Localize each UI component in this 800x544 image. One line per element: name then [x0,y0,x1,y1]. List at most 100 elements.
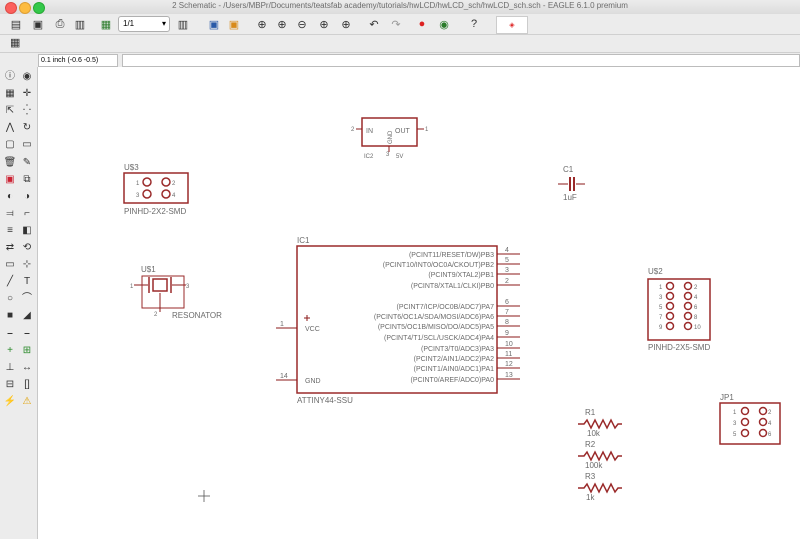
save-icon[interactable]: ▣ [30,16,46,32]
zoom-in-icon[interactable]: ⊕ [274,16,290,32]
print-icon[interactable]: ⎙ [52,16,68,32]
jp1-pin-label: 3 [733,421,737,427]
ic1-pin-label: (PCINT11/RESET/DW)PB3 [409,252,494,259]
design-link-icon[interactable]: ◈ [496,16,528,34]
open-icon[interactable]: ▤ [8,16,24,32]
ic1-right-pins: 4 (PCINT11/RESET/DW)PB3 5 (PCINT10/INT0/OC0… [374,247,520,384]
script-icon[interactable]: ▥ [175,16,191,32]
ic1-part[interactable]: IC1 4 (PCINT11/RESET/DW)PB3 5 (PCINT10/INT0… [276,236,520,405]
replace-icon[interactable]: ⧉ [20,173,34,187]
ic2-part[interactable]: IN OUT GND 2 1 3 IC2 5V [351,117,429,160]
change-icon[interactable]: ▭ [20,138,34,152]
bracket-icon[interactable]: [] [20,378,34,392]
ulp-icon[interactable]: ▣ [226,16,242,32]
r2-part[interactable]: R2 100k [578,440,622,470]
bus-icon[interactable]: ⎯ [3,327,17,341]
go-icon[interactable]: ◉ [436,16,452,32]
zoom-out-icon[interactable]: ⊖ [294,16,310,32]
net-icon[interactable]: ⎯ [20,327,34,341]
ic1-pin-number: 11 [505,351,512,358]
ic2-gnd-label: GND [388,130,394,144]
crosshair-cursor-icon [198,490,210,502]
copy-icon[interactable]: ⁛ [20,104,34,118]
board-icon[interactable]: ▦ [98,16,114,32]
grid-icon[interactable]: ▦ [10,36,20,49]
grid-coordinates: 0.1 inch (-0.6 -0.5) [38,54,118,67]
name-icon[interactable]: ⟲ [20,241,34,255]
u3-pin-1: 1 [136,181,140,187]
mirror-icon[interactable]: ⋀ [3,121,17,135]
ic1-pin-label: (PCINT6/OC1A/SDA/MOSI/ADC6)PA6 [374,314,494,321]
smash-icon[interactable]: ◧ [20,224,34,238]
jp1-pin-label: 2 [768,410,772,416]
group-icon[interactable]: ▢ [3,138,17,152]
wire-icon[interactable]: ╱ [3,275,17,289]
circle-icon[interactable]: ○ [3,292,17,306]
show-icon[interactable]: ◉ [20,70,34,84]
title-bar: 2 Schematic - /Users/MBPr/Documents/teat… [0,0,800,15]
info-icon[interactable]: ⓘ [3,70,17,84]
label-icon[interactable]: ▭ [3,258,17,272]
schematic-svg: IN OUT GND 2 1 3 IC2 5V U$3 1 2 3 4 PINH… [123,117,781,502]
ic1-pin-label: (PCINT10/INT0/OC0A/CKOUT)PB2 [383,262,494,269]
add-icon[interactable]: ▣ [3,173,17,187]
chevron-down-icon: ▾ [161,19,166,28]
erc-check-icon[interactable]: ⚡ [3,395,17,409]
u1-pin-1: 1 [130,284,134,290]
ic1-pin-label: (PCINT2/AIN1/ADC2)PA2 [414,356,494,363]
split-icon[interactable]: ⫤ [3,207,17,221]
mark-icon[interactable]: ✛ [20,87,34,101]
attribute-icon[interactable]: ⊹ [20,258,34,272]
jp1-part[interactable]: JP1 1 2 3 4 5 6 [719,393,781,445]
undo-icon[interactable]: ↶ [366,16,382,32]
ic2-value: 5V [396,154,403,160]
ic1-pin-label: (PCINT4/T1/SCL/USCK/ADC4)PA4 [384,335,494,342]
cam-icon[interactable]: ▥ [72,16,88,32]
errors-icon[interactable]: ↔ [20,361,34,375]
ic2-pin-out-num: 1 [425,127,429,133]
label-tool-icon[interactable]: ⊞ [20,344,34,358]
u2-part[interactable]: U$2 1 2 3 4 5 6 7 8 9 10 PINHD-2X5-SMD [647,267,711,352]
pinswap-icon[interactable]: ◐ [3,190,17,204]
stop-icon[interactable]: ● [414,16,430,32]
polygon-icon[interactable]: ◢ [20,309,34,323]
run-icon[interactable]: ▣ [206,16,222,32]
jp1-pin-label: 6 [768,432,772,438]
warning-icon[interactable]: ⚠ [20,395,34,409]
optimize-icon[interactable]: ≡ [3,224,17,238]
u3-part[interactable]: U$3 1 2 3 4 PINHD-2X2-SMD [123,163,189,216]
r1-value: 10k [587,429,601,438]
ic1-pin-label: VCC [305,326,320,333]
zoom-area-icon[interactable]: ⊕ [338,16,354,32]
zoom-fit-icon[interactable]: ⊕ [254,16,270,32]
ic1-pin-number: 4 [505,247,509,254]
rotate-icon[interactable]: ↻ [20,121,34,135]
command-line-input[interactable] [122,54,800,67]
r3-part[interactable]: R3 1k [578,472,622,502]
help-icon[interactable]: ? [466,16,482,32]
invoke-icon[interactable]: ⊟ [3,378,17,392]
u2-pin-label: 3 [659,295,663,301]
u1-part[interactable]: U$1 1 3 2 RESONATOR [130,265,222,320]
gateswap-icon[interactable]: ◑ [20,190,34,204]
junction-icon[interactable]: + [3,344,17,358]
schematic-canvas[interactable]: IN OUT GND 2 1 3 IC2 5V U$3 1 2 3 4 PINH… [38,67,800,539]
c1-part[interactable]: C1 1uF [558,165,585,202]
miter-icon[interactable]: ⌐ [20,207,34,221]
rect-icon[interactable]: ■ [3,309,17,323]
text-icon[interactable]: T [20,275,34,289]
ic1-left-pins: 1 VCC 14 GND [276,315,321,385]
arc-icon[interactable]: ⌒ [20,292,34,306]
sheet-select[interactable]: 1/1 ▾ [118,16,170,32]
r1-part[interactable]: R1 10k [578,408,622,438]
redo-icon[interactable]: ↷ [388,16,404,32]
zoom-redraw-icon[interactable]: ⊕ [316,16,332,32]
wrench-icon[interactable]: ✎ [20,156,34,170]
erc-icon[interactable]: ⊥ [3,361,17,375]
ic1-pin-number: 13 [505,372,513,379]
value-icon[interactable]: ⇄ [3,241,17,255]
u2-pin-label: 4 [694,295,698,301]
move-icon[interactable]: ⇱ [3,104,17,118]
display-layers-icon[interactable]: ▦ [3,87,17,101]
delete-icon[interactable]: 🗑 [3,156,17,170]
